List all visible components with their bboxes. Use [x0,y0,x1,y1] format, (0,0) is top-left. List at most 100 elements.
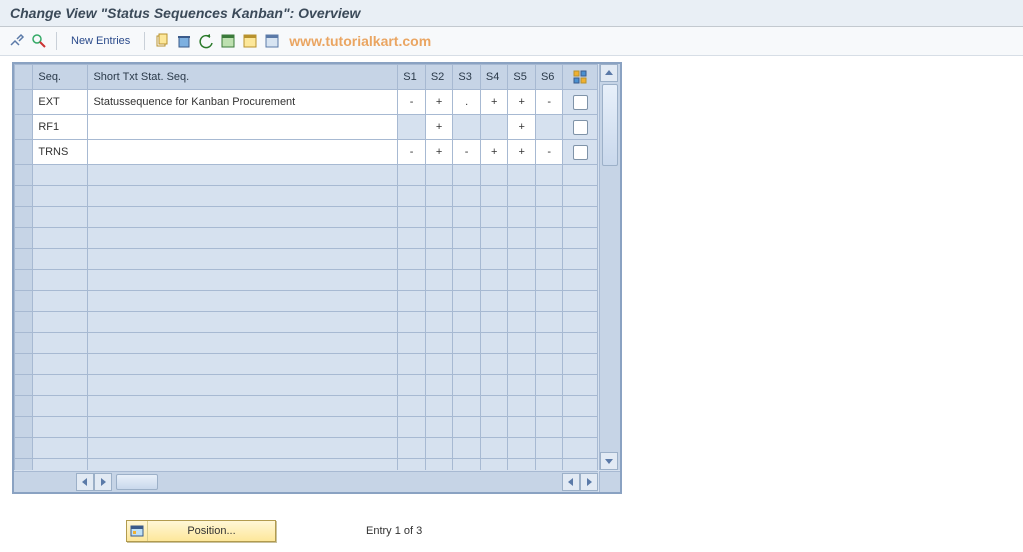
vertical-scrollbar[interactable] [599,64,620,470]
cell-s1[interactable]: - [398,140,426,165]
cell-s3[interactable]: - [453,140,481,165]
table-row[interactable]: EXTStatussequence for Kanban Procurement… [15,90,598,115]
cell-act[interactable] [563,115,598,140]
column-header-s2[interactable]: S2 [425,65,453,90]
delete-icon[interactable] [175,32,193,50]
cell-empty [563,459,598,471]
row-selector[interactable] [15,207,33,228]
vertical-scroll-track[interactable] [600,82,620,452]
scroll-down-button[interactable] [600,452,618,470]
horizontal-scroll-track[interactable] [112,472,562,492]
table-row-empty [15,417,598,438]
column-header-s3[interactable]: S3 [453,65,481,90]
cell-desc[interactable] [88,115,398,140]
cell-s4[interactable] [480,115,508,140]
cell-desc[interactable]: Statussequence for Kanban Procurement [88,90,398,115]
cell-seq[interactable]: TRNS [33,140,88,165]
scroll-left-end-button[interactable] [562,473,580,491]
cell-empty [480,438,508,459]
row-selector[interactable] [15,333,33,354]
vertical-scroll-thumb[interactable] [602,84,618,166]
cell-s5[interactable]: + [508,140,536,165]
undo-change-icon[interactable] [197,32,215,50]
cell-empty [563,396,598,417]
row-selector[interactable] [15,165,33,186]
cell-s1[interactable]: - [398,90,426,115]
row-selector[interactable] [15,115,33,140]
row-selector[interactable] [15,417,33,438]
cell-s6[interactable]: - [535,90,563,115]
scroll-right-button[interactable] [94,473,112,491]
cell-empty [535,228,563,249]
cell-seq[interactable]: EXT [33,90,88,115]
cell-empty [480,186,508,207]
cell-empty [33,312,88,333]
position-button[interactable]: Position... [126,520,276,542]
row-selector[interactable] [15,90,33,115]
row-selector[interactable] [15,312,33,333]
horizontal-scroll-thumb[interactable] [116,474,158,490]
column-header-s1[interactable]: S1 [398,65,426,90]
cell-s5[interactable]: + [508,115,536,140]
table-row[interactable]: TRNS-+-++- [15,140,598,165]
table-row[interactable]: RF1 + + [15,115,598,140]
cell-desc[interactable] [88,140,398,165]
column-header-row-selector[interactable] [15,65,33,90]
cell-s5[interactable]: + [508,90,536,115]
row-selector[interactable] [15,186,33,207]
scroll-up-button[interactable] [600,64,618,82]
row-selector[interactable] [15,354,33,375]
cell-empty [425,312,453,333]
row-selector[interactable] [15,459,33,471]
column-header-act[interactable] [563,65,598,90]
column-header-s5[interactable]: S5 [508,65,536,90]
horizontal-scrollbar[interactable] [14,471,598,492]
cell-empty [398,333,426,354]
row-selector[interactable] [15,140,33,165]
new-entries-button[interactable]: New Entries [65,35,136,47]
cell-act[interactable] [563,90,598,115]
column-header-seq[interactable]: Seq. [33,65,88,90]
cell-empty [398,417,426,438]
cell-act[interactable] [563,140,598,165]
column-header-s6[interactable]: S6 [535,65,563,90]
row-selector[interactable] [15,291,33,312]
row-selector[interactable] [15,270,33,291]
cell-empty [535,165,563,186]
copy-as-icon[interactable] [153,32,171,50]
cell-s2[interactable]: + [425,115,453,140]
act-checkbox[interactable] [573,145,588,160]
cell-s3[interactable] [453,115,481,140]
act-checkbox[interactable] [573,120,588,135]
column-header-desc[interactable]: Short Txt Stat. Seq. [88,65,398,90]
cell-empty [508,249,536,270]
cell-s2[interactable]: + [425,140,453,165]
cell-s3[interactable]: . [453,90,481,115]
cell-s4[interactable]: + [480,90,508,115]
row-selector[interactable] [15,375,33,396]
column-header-s4[interactable]: S4 [480,65,508,90]
row-selector[interactable] [15,396,33,417]
select-block-icon[interactable] [241,32,259,50]
scroll-left-button[interactable] [76,473,94,491]
cell-empty [480,459,508,471]
cell-s1[interactable] [398,115,426,140]
row-selector[interactable] [15,249,33,270]
row-selector[interactable] [15,228,33,249]
deselect-all-icon[interactable] [263,32,281,50]
cell-empty [453,312,481,333]
cell-s2[interactable]: + [425,90,453,115]
find-icon[interactable] [30,32,48,50]
act-checkbox[interactable] [573,95,588,110]
cell-s6[interactable] [535,115,563,140]
cell-empty [425,459,453,471]
select-all-icon[interactable] [219,32,237,50]
toggle-display-change-icon[interactable] [8,32,26,50]
cell-seq[interactable]: RF1 [33,115,88,140]
scroll-right-end-button[interactable] [580,473,598,491]
table-row-empty [15,396,598,417]
row-selector[interactable] [15,438,33,459]
cell-empty [480,207,508,228]
cell-s4[interactable]: + [480,140,508,165]
cell-s6[interactable]: - [535,140,563,165]
